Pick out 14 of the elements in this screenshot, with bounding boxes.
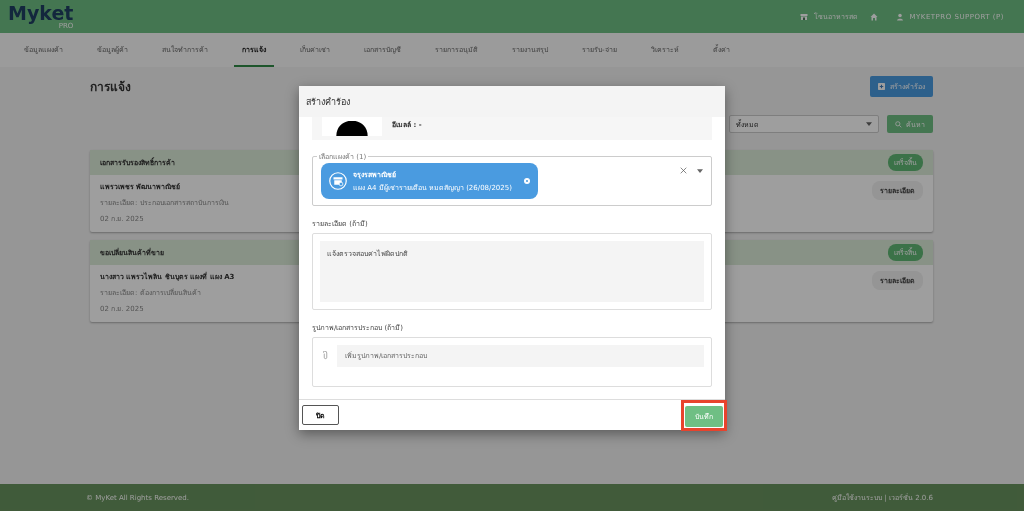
page-title: การแจ้ง xyxy=(90,78,131,96)
paperclip-icon[interactable] xyxy=(323,351,328,360)
logo-text[interactable]: Myket xyxy=(8,3,74,23)
search-icon xyxy=(895,120,902,128)
home-icon[interactable] xyxy=(869,12,878,21)
store-icon xyxy=(799,12,808,21)
dialog-title: สร้างคำร้อง xyxy=(306,95,350,109)
user-icon xyxy=(895,12,904,21)
caret-icon[interactable] xyxy=(697,168,703,173)
caret-icon xyxy=(866,122,872,126)
clear-icon[interactable] xyxy=(680,167,687,174)
remove-icon[interactable] xyxy=(523,178,530,184)
shop-icon xyxy=(329,172,347,190)
plus-icon xyxy=(878,82,885,90)
